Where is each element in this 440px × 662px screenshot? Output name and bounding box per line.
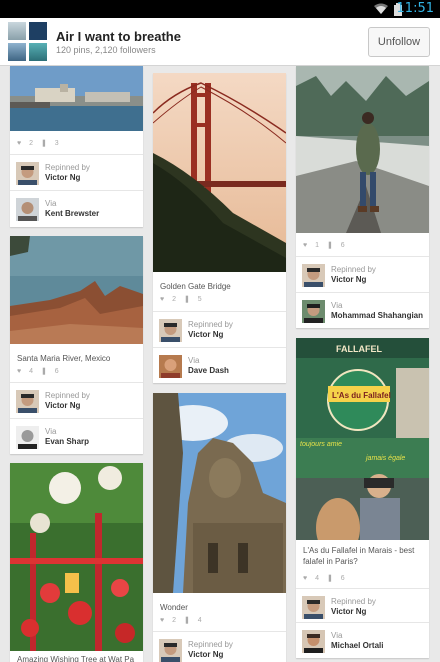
pin-image[interactable]: FALLAFEL L'As du Fallafel toujours amie … xyxy=(296,338,429,540)
pin-image[interactable] xyxy=(296,66,429,233)
pin-stats: ♥ 4 ❚ 6 xyxy=(17,368,59,375)
pin-description: Golden Gate Bridge xyxy=(160,282,231,291)
avatar xyxy=(16,162,39,185)
sign-text-right: jamais égale xyxy=(365,455,405,462)
clock: 11:51 xyxy=(396,1,434,16)
pin-card[interactable]: Santa Maria River, Mexico ♥ 4 ❚ 6 Repinn… xyxy=(10,236,143,454)
heart-icon: ♥ xyxy=(17,368,22,375)
via[interactable]: Via Kent Brewster xyxy=(10,190,143,226)
pin-image[interactable] xyxy=(10,463,143,651)
pin-description: Amazing Wishing Tree at Wat Pa xyxy=(17,655,135,662)
pin-description: Wonder xyxy=(160,603,188,612)
pin-card[interactable]: FALLAFEL L'As du Fallafel toujours amie … xyxy=(296,338,429,658)
repinned-by[interactable]: Repinned by Victor Ng xyxy=(296,588,429,624)
pin-stats: ♥ 2 ❚ 3 xyxy=(17,140,59,147)
pin-image[interactable] xyxy=(10,66,143,131)
pin-icon: ❚ xyxy=(326,575,333,582)
pin-icon: ❚ xyxy=(183,617,190,624)
pin-card[interactable]: ♥ 2 ❚ 3 Repinned by Victor Ng Via Kent B… xyxy=(10,66,143,227)
sign-text-left: toujours amie xyxy=(300,441,342,448)
via[interactable]: Via Michael Ortali xyxy=(296,622,429,658)
avatar xyxy=(159,355,182,378)
pin-description: Santa Maria River, Mexico xyxy=(17,354,111,363)
via[interactable]: Via Mohammad Shahangian xyxy=(296,292,429,328)
fallafel-sign: L'As du Fallafel xyxy=(332,391,391,400)
pin-icon: ❚ xyxy=(183,296,190,303)
board-title: Air I want to breathe xyxy=(56,29,181,44)
heart-icon: ♥ xyxy=(160,617,165,624)
pin-icon: ❚ xyxy=(326,242,333,249)
pin-image[interactable] xyxy=(153,393,286,593)
repinned-by[interactable]: Repinned by Victor Ng xyxy=(10,382,143,418)
avatar xyxy=(302,596,325,619)
pin-image[interactable] xyxy=(153,73,286,272)
fallafel-sign-top: FALLAFEL xyxy=(336,344,382,354)
avatar xyxy=(159,639,182,662)
pin-icon: ❚ xyxy=(40,368,47,375)
pin-icon: ❚ xyxy=(40,140,47,147)
avatar xyxy=(302,630,325,653)
pin-stats: ♥ 1 ❚ 6 xyxy=(303,242,345,249)
pin-description: L'As du Fallafel in Marais - best falafe… xyxy=(303,546,415,566)
pin-stats: ♥ 2 ❚ 4 xyxy=(160,617,202,624)
heart-icon: ♥ xyxy=(303,575,308,582)
heart-icon: ♥ xyxy=(303,242,308,249)
avatar xyxy=(159,319,182,342)
repinned-by[interactable]: Repinned by Victor Ng xyxy=(296,256,429,292)
board-stats: 120 pins, 2,120 followers xyxy=(56,45,156,55)
avatar xyxy=(16,198,39,221)
via[interactable]: Via Evan Sharp xyxy=(10,418,143,454)
pin-card[interactable]: ♥ 1 ❚ 6 Repinned by Victor Ng Via Mohamm… xyxy=(296,66,429,328)
avatar xyxy=(302,264,325,287)
pin-card[interactable]: Amazing Wishing Tree at Wat Pa xyxy=(10,463,143,662)
board-cover-thumbnails xyxy=(8,22,48,62)
heart-icon: ♥ xyxy=(17,140,22,147)
repinned-by[interactable]: Repinned by Victor Ng xyxy=(153,311,286,347)
wifi-icon xyxy=(374,3,388,14)
avatar xyxy=(16,426,39,449)
repinned-by[interactable]: Repinned by Victor Ng xyxy=(10,154,143,190)
board-header: Air I want to breathe 120 pins, 2,120 fo… xyxy=(0,18,440,66)
via[interactable]: Via Dave Dash xyxy=(153,347,286,383)
pin-card[interactable]: Golden Gate Bridge ♥ 2 ❚ 5 Repinned by V… xyxy=(153,73,286,383)
unfollow-button[interactable]: Unfollow xyxy=(368,27,430,57)
pin-stats: ♥ 2 ❚ 5 xyxy=(160,296,202,303)
avatar xyxy=(302,300,325,323)
heart-icon: ♥ xyxy=(160,296,165,303)
pin-image[interactable] xyxy=(10,236,143,344)
status-bar: 11:51 xyxy=(0,0,440,18)
pin-stats: ♥ 4 ❚ 6 xyxy=(303,575,345,582)
pin-card[interactable]: Wonder ♥ 2 ❚ 4 Repinned by Victor Ng xyxy=(153,393,286,662)
repinned-by[interactable]: Repinned by Victor Ng xyxy=(153,631,286,662)
avatar xyxy=(16,390,39,413)
